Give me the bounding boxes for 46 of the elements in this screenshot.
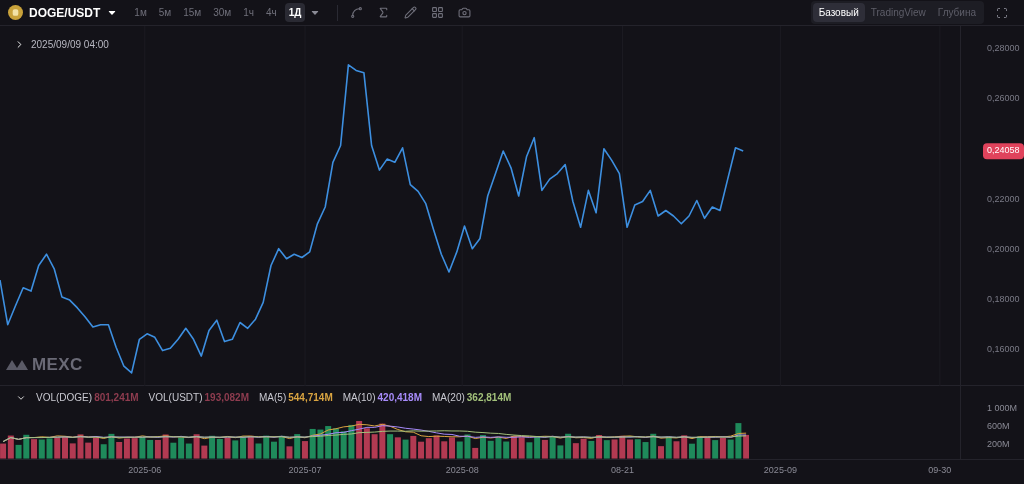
date-axis-label: 09-30 <box>928 464 952 477</box>
layout-icon[interactable] <box>431 6 445 19</box>
interval-tab[interactable]: 5м <box>154 3 176 22</box>
view-tab[interactable]: TradingView <box>864 3 932 22</box>
view-tab[interactable]: Глубина <box>931 3 982 22</box>
interval-tab[interactable]: 1Д <box>284 3 306 22</box>
price-axis-label: 0,22000 <box>987 192 1020 206</box>
legend-label: MA(20) <box>432 391 465 405</box>
interval-tab[interactable]: 30м <box>209 3 236 22</box>
date-axis-label: 08-21 <box>610 464 634 477</box>
legend-label: VOL(DOGE) <box>36 391 93 405</box>
price-axis-label: 0,20000 <box>987 243 1020 257</box>
volume-axis-label: 200M <box>987 438 1011 451</box>
interval-tab[interactable]: 1м <box>130 3 151 22</box>
legend-value: 801,241M <box>94 391 139 405</box>
legend-label: MA(5) <box>259 391 287 405</box>
date-axis-label: 2025-08 <box>445 464 479 477</box>
legend-value: 544,714M <box>288 391 333 405</box>
price-axis-label: 0,26000 <box>987 92 1020 106</box>
volume-axis-label: 1 000M <box>987 402 1019 415</box>
legend-label: VOL(USDT) <box>148 391 203 405</box>
legend-value: 420,418M <box>377 391 422 405</box>
last-price-badge: 0,24058 <box>983 143 1024 159</box>
date-axis-label: 2025-06 <box>128 464 162 477</box>
legend-label: MA(10) <box>342 391 376 405</box>
watermark-logo: MEXC <box>32 353 83 376</box>
indicator-icon[interactable] <box>350 6 364 19</box>
crosshair-date: 2025/09/09 04:00 <box>31 38 109 52</box>
pair-symbol[interactable]: DOGE/USDT <box>29 3 101 22</box>
fullscreen-icon[interactable] <box>996 6 1008 19</box>
date-axis-label: 2025-09 <box>763 464 797 477</box>
price-axis-label: 0,16000 <box>987 343 1020 357</box>
coin-logo-icon <box>8 5 23 20</box>
legend-value: 193,082M <box>204 391 249 405</box>
date-axis-label: 2025-07 <box>288 464 322 477</box>
mexc-logo-icon <box>6 358 28 371</box>
interval-tab[interactable]: 15м <box>179 3 206 22</box>
price-axis-label: 0,18000 <box>987 293 1020 307</box>
interval-tab[interactable]: 1ч <box>239 3 258 22</box>
pencil-icon[interactable] <box>404 6 418 19</box>
volume-axis-label: 600M <box>987 420 1011 433</box>
view-tab[interactable]: Базовый <box>812 3 865 22</box>
legend-value: 362,814M <box>466 391 512 405</box>
interval-tab[interactable]: 4ч <box>262 3 281 22</box>
price-axis-label: 0,28000 <box>987 42 1020 56</box>
camera-icon[interactable] <box>458 6 472 19</box>
